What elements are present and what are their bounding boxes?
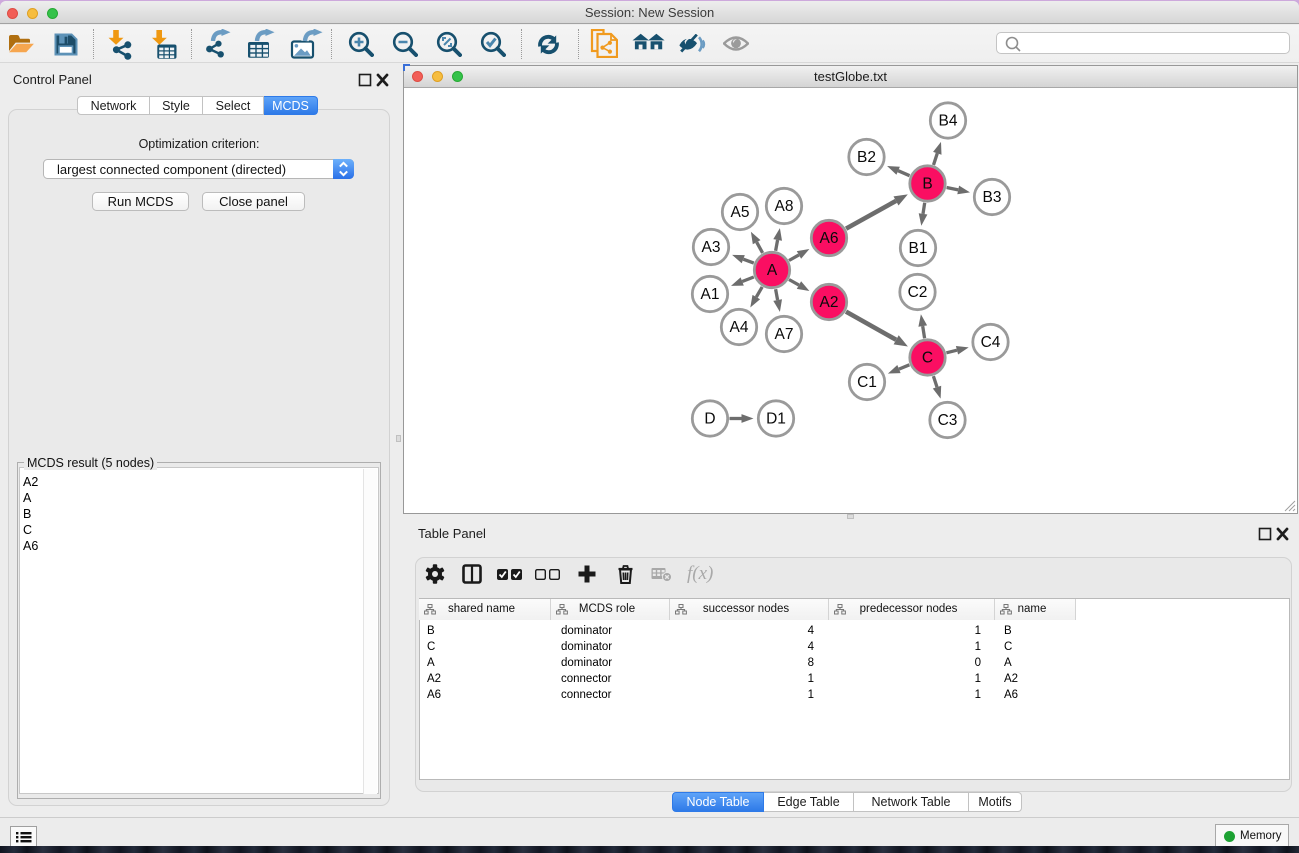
svg-text:B3: B3 (983, 189, 1002, 206)
svg-text:B: B (922, 176, 932, 193)
svg-text:C4: C4 (981, 334, 1001, 351)
svg-text:B4: B4 (939, 113, 958, 130)
svg-text:A7: A7 (775, 326, 794, 343)
svg-text:C3: C3 (938, 412, 958, 429)
svg-text:A4: A4 (730, 319, 749, 336)
svg-text:A2: A2 (820, 294, 839, 311)
svg-text:D: D (704, 411, 715, 428)
svg-text:B1: B1 (909, 240, 928, 257)
svg-text:A3: A3 (702, 239, 721, 256)
svg-text:A8: A8 (775, 198, 794, 215)
svg-text:C2: C2 (908, 284, 928, 301)
svg-text:A6: A6 (820, 230, 839, 247)
svg-text:A5: A5 (731, 204, 750, 221)
svg-text:B2: B2 (857, 149, 876, 166)
svg-text:C: C (922, 350, 933, 367)
svg-text:D1: D1 (766, 411, 786, 428)
svg-text:C1: C1 (857, 374, 877, 391)
svg-text:A1: A1 (701, 286, 720, 303)
svg-text:A: A (767, 262, 778, 279)
